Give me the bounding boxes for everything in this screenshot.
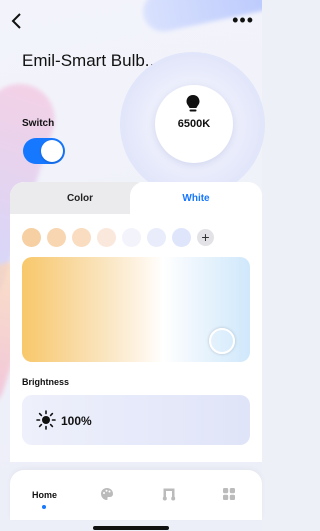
grid-icon[interactable] xyxy=(222,487,236,501)
swatch[interactable] xyxy=(147,228,166,247)
top-bar: ••• xyxy=(0,0,262,42)
swatch[interactable] xyxy=(172,228,191,247)
ellipsis-icon[interactable]: ••• xyxy=(232,11,254,29)
tab-white[interactable]: White xyxy=(130,182,262,214)
swatch[interactable] xyxy=(122,228,141,247)
swatch[interactable] xyxy=(97,228,116,247)
swatch[interactable] xyxy=(47,228,66,247)
brightness-value: 100% xyxy=(61,414,92,428)
bulb-icon xyxy=(186,95,200,112)
power-toggle[interactable] xyxy=(23,138,65,164)
music-icon[interactable] xyxy=(162,487,176,501)
bottom-navigation: Home xyxy=(10,470,262,520)
brightness-slider[interactable]: 100% xyxy=(22,395,250,445)
swatch-row: + xyxy=(22,228,214,248)
palette-icon[interactable] xyxy=(100,487,114,501)
brightness-label: Brightness xyxy=(22,377,70,387)
add-swatch-button[interactable]: + xyxy=(197,229,214,246)
chevron-left-icon[interactable] xyxy=(10,12,28,32)
sun-icon xyxy=(36,410,56,430)
switch-label: Switch xyxy=(22,118,55,129)
tab-color[interactable]: Color xyxy=(10,182,150,214)
home-indicator xyxy=(93,526,169,530)
active-indicator xyxy=(42,505,46,509)
device-name: Emil-Smart Bulb... xyxy=(22,51,159,70)
palette-picker-handle[interactable] xyxy=(209,328,235,354)
toggle-knob xyxy=(41,140,63,162)
color-temperature-value: 6500K xyxy=(177,118,211,130)
swatch[interactable] xyxy=(22,228,41,247)
control-panel: Color White + Brightness 100% xyxy=(10,182,262,462)
swatch[interactable] xyxy=(72,228,91,247)
nav-home[interactable]: Home xyxy=(32,490,57,500)
